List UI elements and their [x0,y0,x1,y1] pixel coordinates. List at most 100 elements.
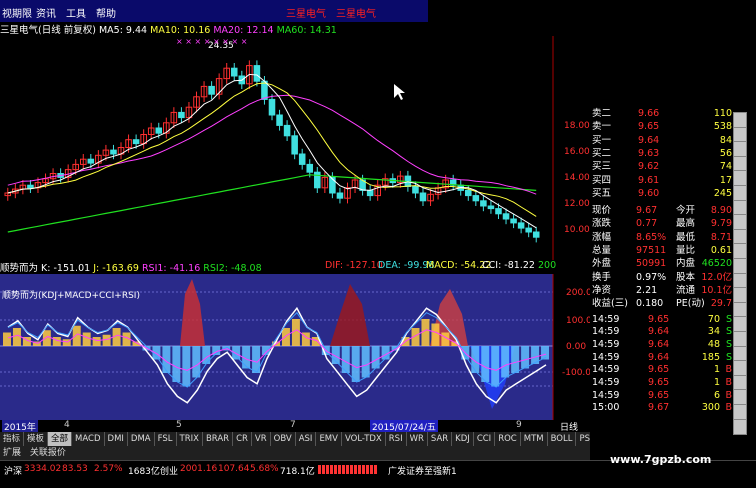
index-icon[interactable] [733,258,747,274]
draw-icon[interactable] [733,185,747,201]
hist-bar [102,334,111,346]
price-tick: 12.00 [564,199,590,209]
ma10-label: MA10: 10.16 [150,25,211,36]
tick-direction: B [725,402,732,414]
price-axis: 18.00 16.00 14.00 12.00 10.00 [564,121,590,235]
tab-cr[interactable]: CR [233,432,252,446]
stat-label: 最低 [676,231,696,243]
candles [4,60,540,243]
tick-row: 14:59 9.65 1 B [590,364,740,377]
menu-item-news[interactable]: 资讯 [36,5,56,20]
tab-extend[interactable]: 扩展 [0,446,24,460]
settings-icon[interactable] [733,360,747,377]
candle-body [412,186,419,194]
tab-vr[interactable]: VR [252,432,271,446]
indicator-tab-bar: 指标 模板 全部 MACD DMI DMA FSL TRIX BRAR CR VR OBV ASI EMV… [0,432,631,446]
up-icon[interactable] [733,374,747,391]
down-icon[interactable] [733,389,747,406]
compare-icon[interactable] [733,272,747,289]
tick-price: 9.67 [648,402,670,414]
hist-bar [3,332,11,346]
tab-rsi[interactable]: RSI [386,432,407,446]
candle-body [110,149,117,155]
tab-vol-tdx[interactable]: VOL-TDX [342,432,386,446]
menu-icon[interactable] [733,287,747,304]
ma60-label: MA60: 14.31 [276,25,337,36]
tab-dmi[interactable]: DMI [105,432,128,446]
tab-related-quote[interactable]: 关联报价 [27,446,69,460]
cy-value: 2001.16 [180,464,218,474]
menu-item-help[interactable]: 帮助 [96,5,116,20]
chart-icon[interactable] [733,141,747,158]
candle-body [329,176,336,194]
tab-wr[interactable]: WR [407,432,428,446]
tab-emv[interactable]: EMV [316,432,342,446]
promo-link-1[interactable]: 三星电气 [286,5,326,20]
more-icon[interactable] [733,301,747,318]
history-icon[interactable] [733,345,747,362]
tab-asi[interactable]: ASI [296,432,317,446]
tick-time: 14:59 [592,364,620,376]
stat-row: 总量 97511 量比 0.61 [590,245,740,258]
tools-icon[interactable] [733,170,747,187]
stat-value: 0.61 [710,245,732,256]
cci-value: CCI: -81.22 [482,260,535,271]
tab--[interactable]: 全部 [48,432,73,446]
order-price: 9.60 [638,187,660,199]
info-icon[interactable] [733,155,747,172]
tab-roc[interactable]: ROC [495,432,521,446]
sh-change: 83.53 [62,464,88,474]
menu-item-view[interactable]: 视期限 [2,5,32,20]
tab--[interactable]: 指标 [0,432,25,446]
stat-label: 现价 [592,205,612,217]
hist-bar [12,328,21,346]
grid-icon[interactable] [733,112,747,128]
market-bar [318,465,378,474]
chart-title-bar: 三星电气(日线 前复权) MA5: 9.44 MA10: 10.16 MA20:… [0,22,560,36]
tick-price: 9.65 [648,313,670,325]
candlestick-chart[interactable]: 18.00 16.00 14.00 12.00 10.00 24.35 × × … [0,36,590,260]
candle-body [517,222,525,229]
tab-macd[interactable]: MACD [72,432,105,446]
tab-sar[interactable]: SAR [428,432,453,446]
tab-fsl[interactable]: FSL [155,432,177,446]
report-icon[interactable] [733,316,747,333]
rsi2-value: RSI2: -48.08 [203,263,262,274]
f10-icon[interactable] [733,243,747,260]
tick-time: 14:59 [592,389,620,401]
search-icon[interactable] [733,214,747,231]
tab-obv[interactable]: OBV [271,432,296,446]
order-row: 卖一 9.65 538 [590,121,740,134]
menu-item-tools[interactable]: 工具 [66,5,86,20]
tick-volume: 34 [707,326,720,338]
tab-mtm[interactable]: MTM [521,432,548,446]
tab--[interactable]: 模板 [24,432,49,446]
stat-label: 内盘 [676,258,696,270]
news-icon[interactable] [733,199,747,216]
tab-boll[interactable]: BOLL [548,432,577,446]
layout-icon[interactable] [733,228,747,245]
order-row: 买一 9.64 84 [590,135,740,148]
hist-bar [481,346,490,382]
hist-bar [232,346,241,360]
candle-body [132,139,140,145]
tab-dma[interactable]: DMA [128,432,155,446]
hist-bar [192,346,201,378]
indicator-panel[interactable]: 顺势而为(KDJ+MACD+CCI+RSI) 200.0 100.0 0.00 … [0,274,590,420]
hist-bar [361,346,370,378]
help-icon[interactable] [733,418,747,435]
tab-kdj[interactable]: KDJ [452,432,474,446]
tab-brar[interactable]: BRAR [203,432,234,446]
stat-row: 净资 2.21 流通 10.1亿 [590,285,740,298]
order-volume: 17 [719,174,732,186]
stat-label: 流通 [676,284,696,296]
candle-body [87,158,95,164]
stat-label: 量比 [676,245,696,256]
tab-trix[interactable]: TRIX [177,432,203,446]
time-label: 9 [516,420,522,430]
close-icon[interactable] [733,404,747,420]
tab-cci[interactable]: CCI [474,432,496,446]
promo-link-2[interactable]: 三星电气 [336,5,376,20]
custom-icon[interactable] [733,331,747,347]
zoom-icon[interactable] [733,126,747,143]
